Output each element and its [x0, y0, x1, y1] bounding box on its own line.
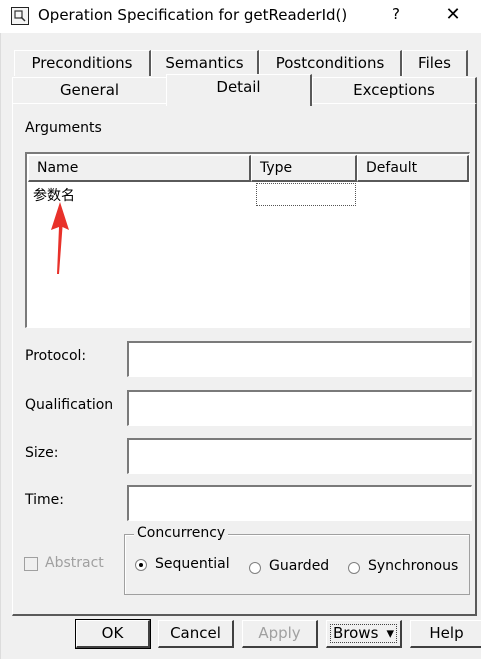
abstract-checkbox[interactable]	[24, 557, 38, 571]
tab-general[interactable]: General	[12, 77, 168, 103]
qualification-label: Qualification	[25, 397, 114, 413]
time-input[interactable]	[129, 487, 471, 520]
qualification-field[interactable]	[127, 390, 472, 426]
column-header-name[interactable]: Name	[28, 155, 251, 182]
tab-files[interactable]: Files	[402, 50, 468, 76]
size-input[interactable]	[129, 440, 471, 473]
cancel-button-label: Cancel	[170, 624, 221, 642]
tab-semantics[interactable]: Semantics	[151, 50, 259, 76]
radio-sequential[interactable]	[135, 559, 147, 571]
ok-button[interactable]: OK	[75, 619, 151, 649]
title-bar: Operation Specification for getReaderId(…	[0, 0, 481, 33]
arguments-table[interactable]: Name Type Default 参数名	[25, 152, 470, 328]
radio-guarded-label[interactable]: Guarded	[269, 558, 329, 574]
browse-dropdown-icon: ▾	[386, 624, 394, 642]
annotation-arrow	[51, 202, 69, 274]
tab-exceptions[interactable]: Exceptions	[312, 77, 477, 103]
qualification-input[interactable]	[129, 392, 471, 425]
size-field[interactable]	[127, 438, 472, 474]
apply-button[interactable]: Apply	[242, 620, 318, 648]
column-header-type[interactable]: Type	[251, 155, 357, 182]
time-label: Time:	[25, 492, 64, 508]
abstract-label: Abstract	[45, 555, 104, 571]
protocol-input[interactable]	[129, 343, 471, 376]
help-button-label: Help	[429, 624, 464, 642]
arguments-label: Arguments	[25, 120, 102, 136]
ok-button-label: OK	[101, 624, 124, 642]
browse-button[interactable]: Brows ▾	[326, 620, 402, 648]
time-field[interactable]	[127, 485, 472, 521]
tab-postconditions[interactable]: Postconditions	[259, 50, 402, 76]
protocol-label: Protocol:	[25, 348, 87, 364]
column-header-default[interactable]: Default	[357, 155, 469, 182]
tab-detail[interactable]: Detail	[166, 74, 312, 106]
concurrency-label: Concurrency	[134, 525, 229, 541]
cancel-button[interactable]: Cancel	[158, 620, 234, 648]
window-title: Operation Specification for getReaderId(…	[38, 6, 348, 24]
app-icon	[11, 7, 29, 25]
radio-guarded[interactable]	[249, 562, 261, 574]
apply-button-label: Apply	[258, 624, 301, 642]
radio-sequential-label[interactable]: Sequential	[155, 556, 230, 572]
tab-preconditions[interactable]: Preconditions	[14, 50, 151, 76]
help-button[interactable]: Help	[410, 620, 481, 648]
argument-type-cell[interactable]	[256, 183, 356, 206]
radio-synchronous-label[interactable]: Synchronous	[368, 558, 458, 574]
help-title-button[interactable]: ?	[389, 5, 403, 23]
size-label: Size:	[25, 445, 59, 461]
radio-synchronous[interactable]	[348, 562, 360, 574]
close-button[interactable]: ✕	[443, 4, 463, 25]
protocol-field[interactable]	[127, 341, 472, 377]
